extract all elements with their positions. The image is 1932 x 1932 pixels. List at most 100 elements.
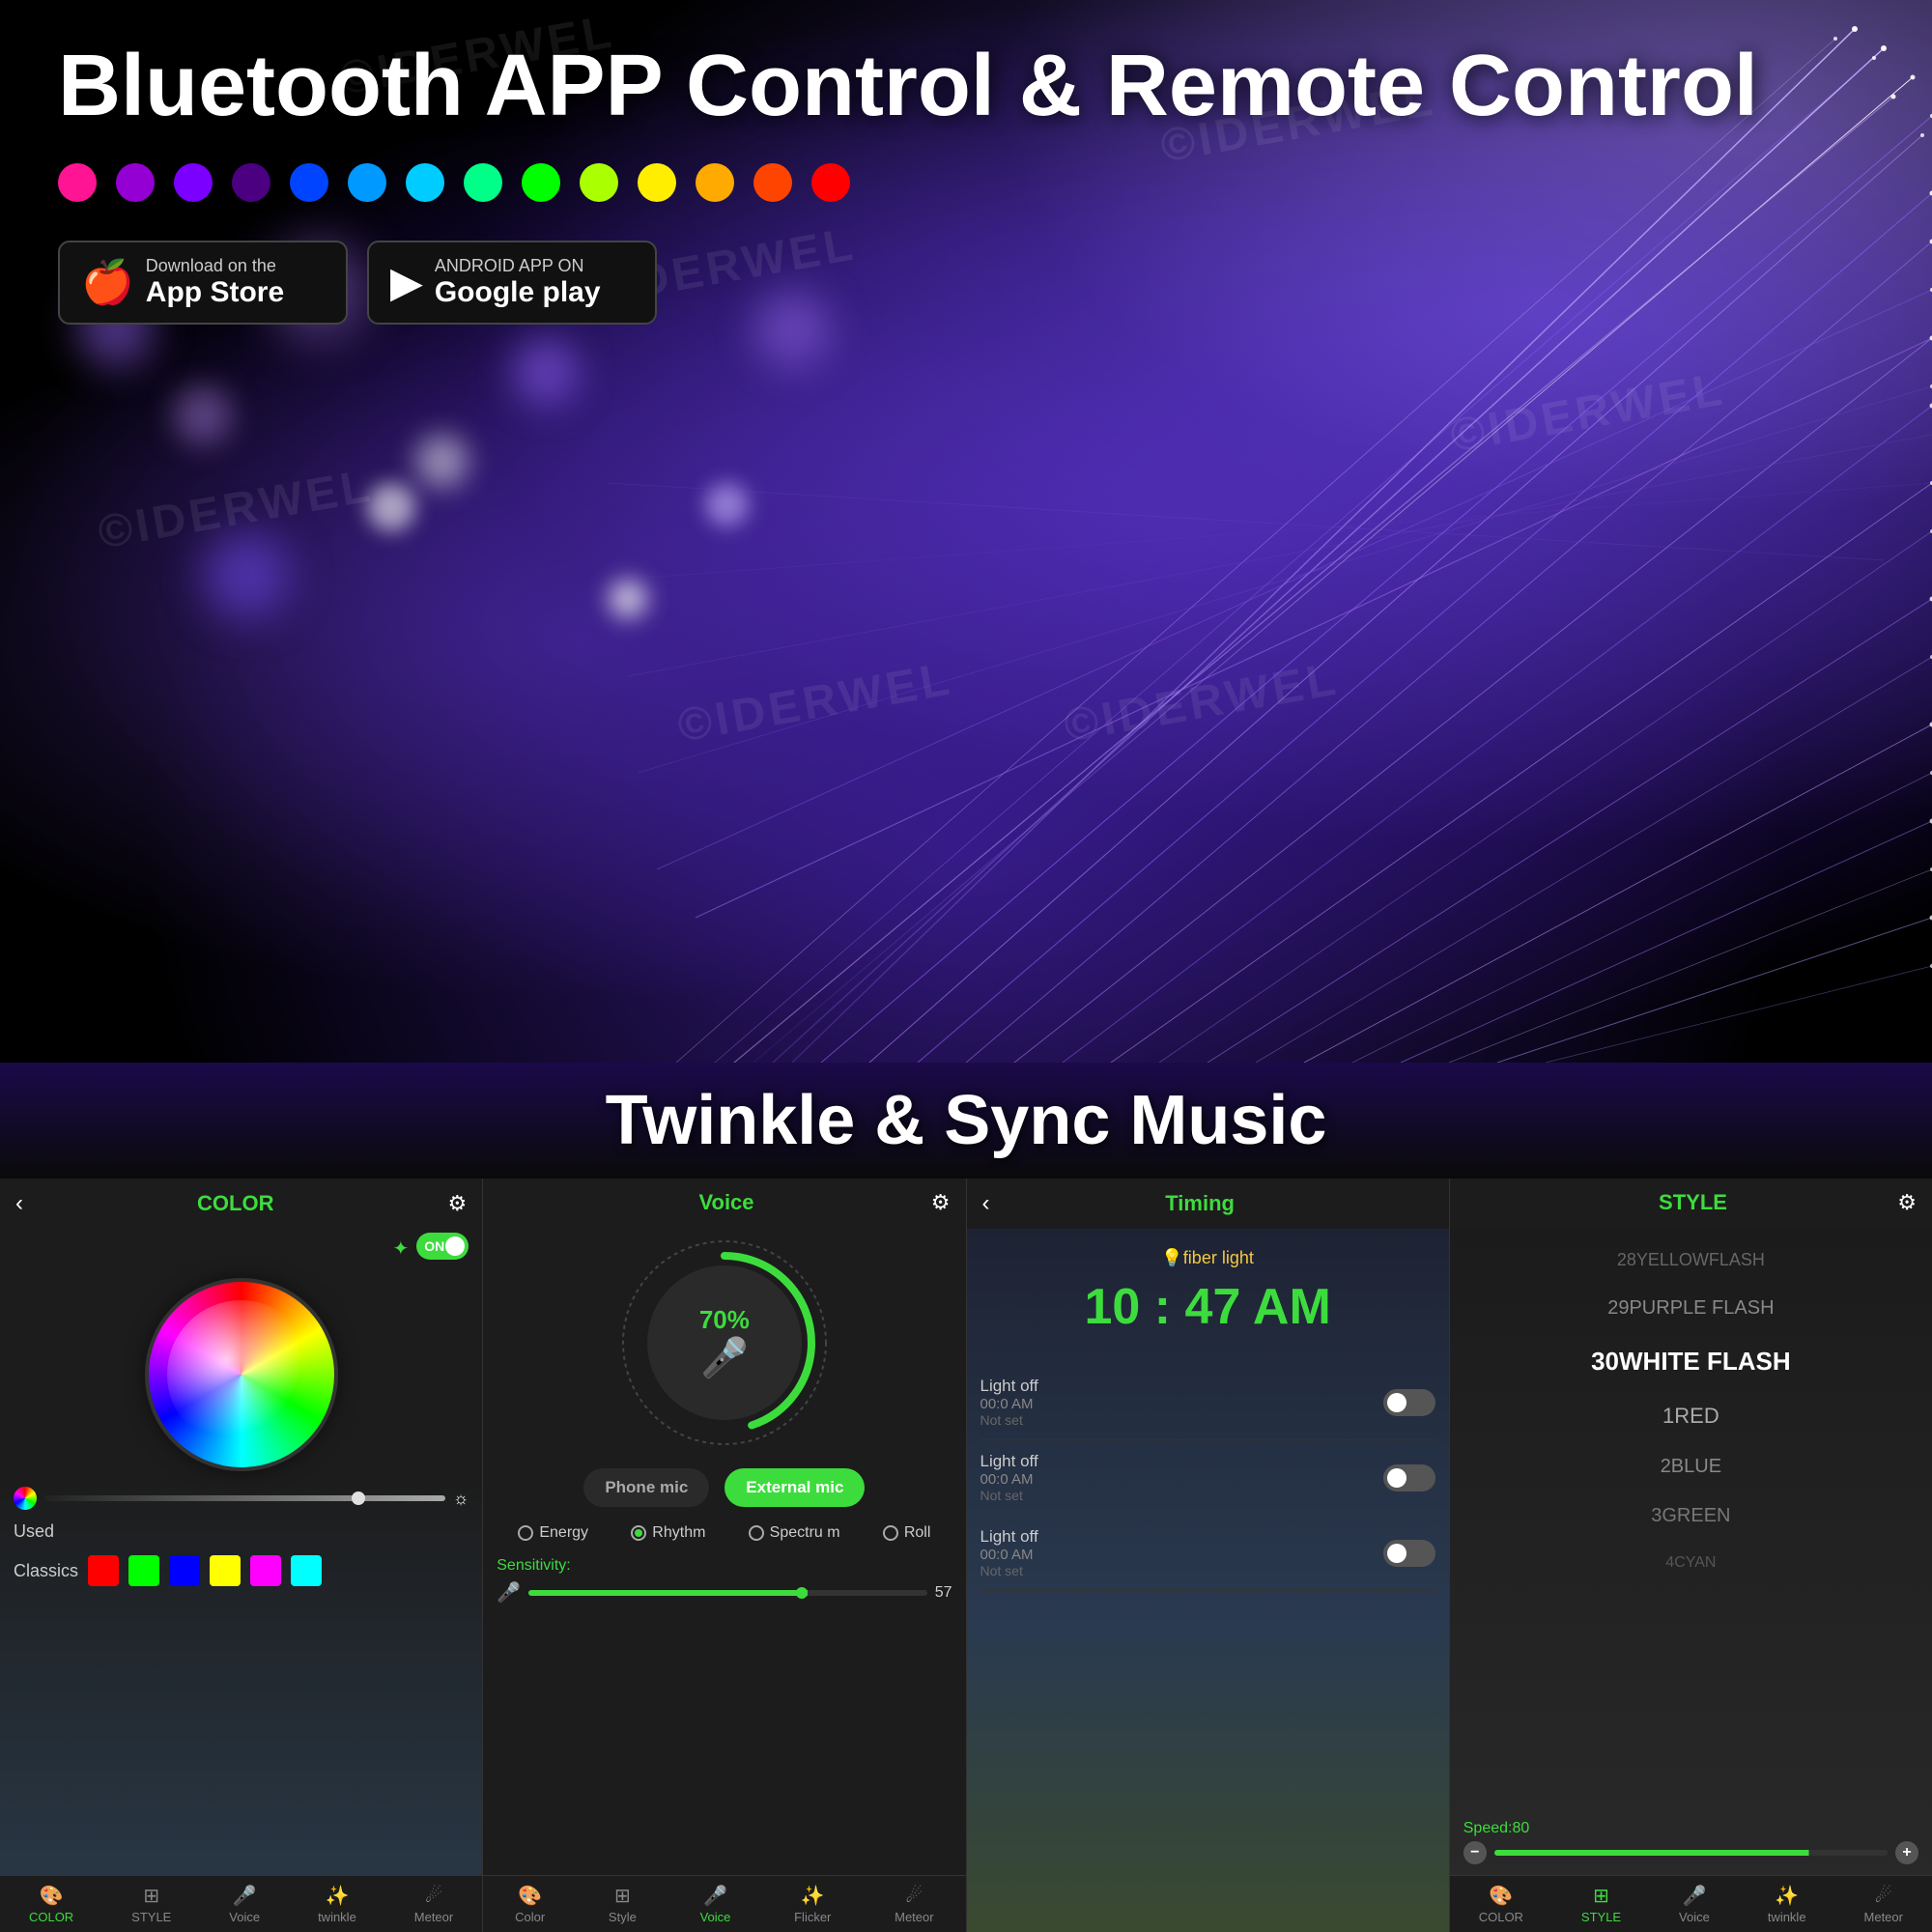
back-icon[interactable]: ‹ [15,1190,23,1217]
nav-color[interactable]: 🎨 COLOR [29,1884,73,1924]
voice-nav-flicker[interactable]: ✨ Flicker [794,1884,831,1924]
gear-icon[interactable]: ⚙ [448,1191,468,1216]
speed-plus[interactable]: + [1895,1841,1918,1864]
classic-color-yellow[interactable] [210,1555,241,1586]
speed-track[interactable] [1494,1850,1888,1856]
appstore-text: Download on the App Store [146,256,284,309]
speed-minus[interactable]: − [1463,1841,1487,1864]
roll-option[interactable]: Roll [883,1524,931,1542]
voice-gear-icon[interactable]: ⚙ [931,1190,951,1215]
spectrum-option[interactable]: Spectru m [749,1524,840,1542]
voice-icon: 🎤 [703,1884,727,1908]
timing-item-3-left: Light off 00:0 AM Not set [980,1527,1038,1578]
timing-back-icon[interactable]: ‹ [982,1190,990,1217]
style-nav-icon: ⊞ [143,1884,159,1908]
timing-item-1: Light off 00:0 AM Not set [980,1365,1435,1440]
screen-timing: ‹ Timing 💡fiber light 10 : 47 AM Light o… [967,1179,1450,1932]
style-list: 28YELLOWFLASH 29PURPLE FLASH 30WHITE FLA… [1450,1227,1932,1812]
color-wheel[interactable] [145,1278,338,1471]
color-dot [116,163,155,202]
timing-toggle-2[interactable] [1383,1464,1435,1492]
rhythm-radio-inner [635,1529,642,1537]
voice-screen-header: Voice ⚙ [483,1179,965,1227]
voice-screen-title: Voice [522,1190,931,1215]
classic-color-red[interactable] [88,1555,119,1586]
googleplay-icon: ▶ [390,262,423,304]
style-gear-icon[interactable]: ⚙ [1897,1190,1917,1215]
phone-mic-button[interactable]: Phone mic [583,1468,709,1507]
color-dot [464,163,502,202]
style-screen-header: STYLE ⚙ [1450,1179,1932,1227]
flicker-icon: ✨ [801,1884,825,1908]
voice-percent: 70% [699,1305,750,1335]
style-item-1red[interactable]: 1RED [1450,1390,1932,1442]
voice-nav-meteor[interactable]: ☄ Meteor [895,1884,933,1924]
spectrum-radio [749,1525,764,1541]
style-nav-meteor[interactable]: ☄ Meteor [1864,1884,1903,1924]
voice-nav-color[interactable]: 🎨 Color [515,1884,545,1924]
rhythm-option[interactable]: Rhythm [631,1524,705,1542]
color-slider[interactable] [44,1495,445,1501]
classic-color-magenta[interactable] [250,1555,281,1586]
toggle-switch[interactable]: ON [416,1233,469,1260]
energy-option[interactable]: Energy [518,1524,588,1542]
timing-item-2-left: Light off 00:0 AM Not set [980,1452,1038,1503]
classic-color-blue[interactable] [169,1555,200,1586]
twinkle-nav-icon: ✨ [325,1884,349,1908]
screen-voice: Voice ⚙ 70% 🎤 Phone mic External mic [483,1179,966,1932]
classics-label: Classics [14,1561,78,1581]
color-dot [522,163,560,202]
style-item-2blue[interactable]: 2BLUE [1450,1442,1932,1492]
color-dot [811,163,850,202]
style-item-3green[interactable]: 3GREEN [1450,1492,1932,1541]
roll-radio [883,1525,898,1541]
energy-radio [518,1525,533,1541]
power-toggle[interactable]: ON [416,1233,469,1264]
style-nav-style[interactable]: ⊞ STYLE [1581,1884,1621,1924]
timing-clock: 10 : 47 AM [967,1278,1449,1336]
color-dot [753,163,792,202]
color-dot [406,163,444,202]
nav-twinkle[interactable]: ✨ twinkle [318,1884,356,1924]
style-screen-title: STYLE [1489,1190,1898,1215]
sensitivity-label: Sensitivity: [497,1557,952,1575]
nav-meteor[interactable]: ☄ Meteor [414,1884,453,1924]
external-mic-button[interactable]: External mic [724,1468,865,1507]
timing-time-display: 💡fiber light 10 : 47 AM [967,1229,1449,1355]
color-screen-header: ‹ COLOR ⚙ [0,1179,482,1229]
voice-nav-icon: 🎤 [233,1884,257,1908]
voice-nav-voice[interactable]: 🎤 Voice [700,1884,731,1924]
timing-toggle-3[interactable] [1383,1540,1435,1567]
classic-color-cyan[interactable] [291,1555,322,1586]
style-item-29[interactable]: 29PURPLE FLASH [1450,1284,1932,1333]
sensitivity-icon-left: 🎤 [497,1580,521,1605]
color-dot [232,163,270,202]
nav-voice[interactable]: 🎤 Voice [229,1884,260,1924]
googleplay-badge[interactable]: ▶ ANDROID APP ON Google play [367,241,657,325]
style-nav-voice[interactable]: 🎤 Voice [1679,1884,1710,1924]
color-icon: 🎨 [518,1884,542,1908]
nav-style[interactable]: ⊞ STYLE [131,1884,171,1924]
screen-color: ‹ COLOR ⚙ ✦ ON ☼ Used Clas [0,1179,483,1932]
top-content: Bluetooth APP Control & Remote Control 🍎 [0,0,1932,363]
apple-icon: 🍎 [81,262,134,304]
color-dot [174,163,213,202]
color-dot [696,163,734,202]
voice-nav-style[interactable]: ⊞ Style [609,1884,637,1924]
style-meteor-icon: ☄ [1875,1884,1892,1908]
style-item-28[interactable]: 28YELLOWFLASH [1450,1236,1932,1284]
classic-color-green[interactable] [128,1555,159,1586]
timing-device-label: 💡fiber light [967,1248,1449,1268]
style-nav-twinkle[interactable]: ✨ twinkle [1768,1884,1806,1924]
style-voice-icon: 🎤 [1683,1884,1707,1908]
style-item-4cyan[interactable]: 4CYAN [1450,1541,1932,1585]
sensitivity-track[interactable] [528,1590,927,1596]
style-twinkle-icon: ✨ [1775,1884,1799,1908]
style-item-30[interactable]: 30WHITE FLASH [1450,1333,1932,1390]
meteor-nav-icon: ☄ [425,1884,442,1908]
appstore-badge[interactable]: 🍎 Download on the App Store [58,241,348,325]
middle-band: Twinkle & Sync Music [0,1063,1932,1179]
timing-toggle-1[interactable] [1383,1389,1435,1416]
style-nav-color[interactable]: 🎨 COLOR [1479,1884,1523,1924]
style-style-icon: ⊞ [1593,1884,1609,1908]
